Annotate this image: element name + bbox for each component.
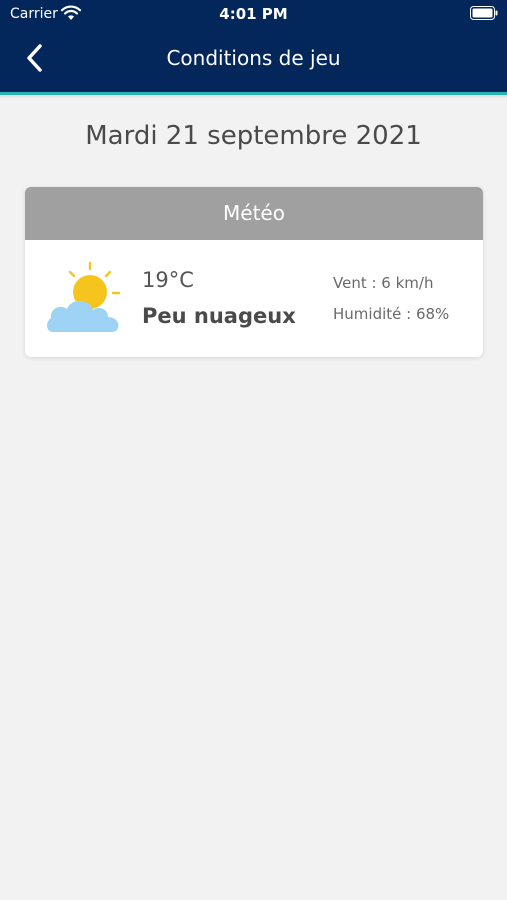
date-heading: Mardi 21 septembre 2021 xyxy=(85,121,422,151)
page-title: Conditions de jeu xyxy=(166,46,341,70)
partly-cloudy-icon xyxy=(47,261,121,332)
header-shadow xyxy=(0,95,507,99)
temperature-value: 19°C xyxy=(142,268,194,292)
status-time: 4:01 PM xyxy=(219,5,288,23)
status-bar: Carrier 4:01 PM xyxy=(0,0,507,28)
humidity-value: Humidité : 68% xyxy=(333,305,450,323)
weather-card: Météo 19°C Peu nuageux Vent : 6 km/h Hum… xyxy=(25,187,483,357)
weather-condition: Peu nuageux xyxy=(142,304,296,328)
chevron-left-icon xyxy=(27,44,42,72)
weather-card-title: Météo xyxy=(25,187,483,240)
battery-icon xyxy=(470,6,498,20)
wind-speed: Vent : 6 km/h xyxy=(333,274,434,292)
back-button[interactable] xyxy=(20,40,54,76)
